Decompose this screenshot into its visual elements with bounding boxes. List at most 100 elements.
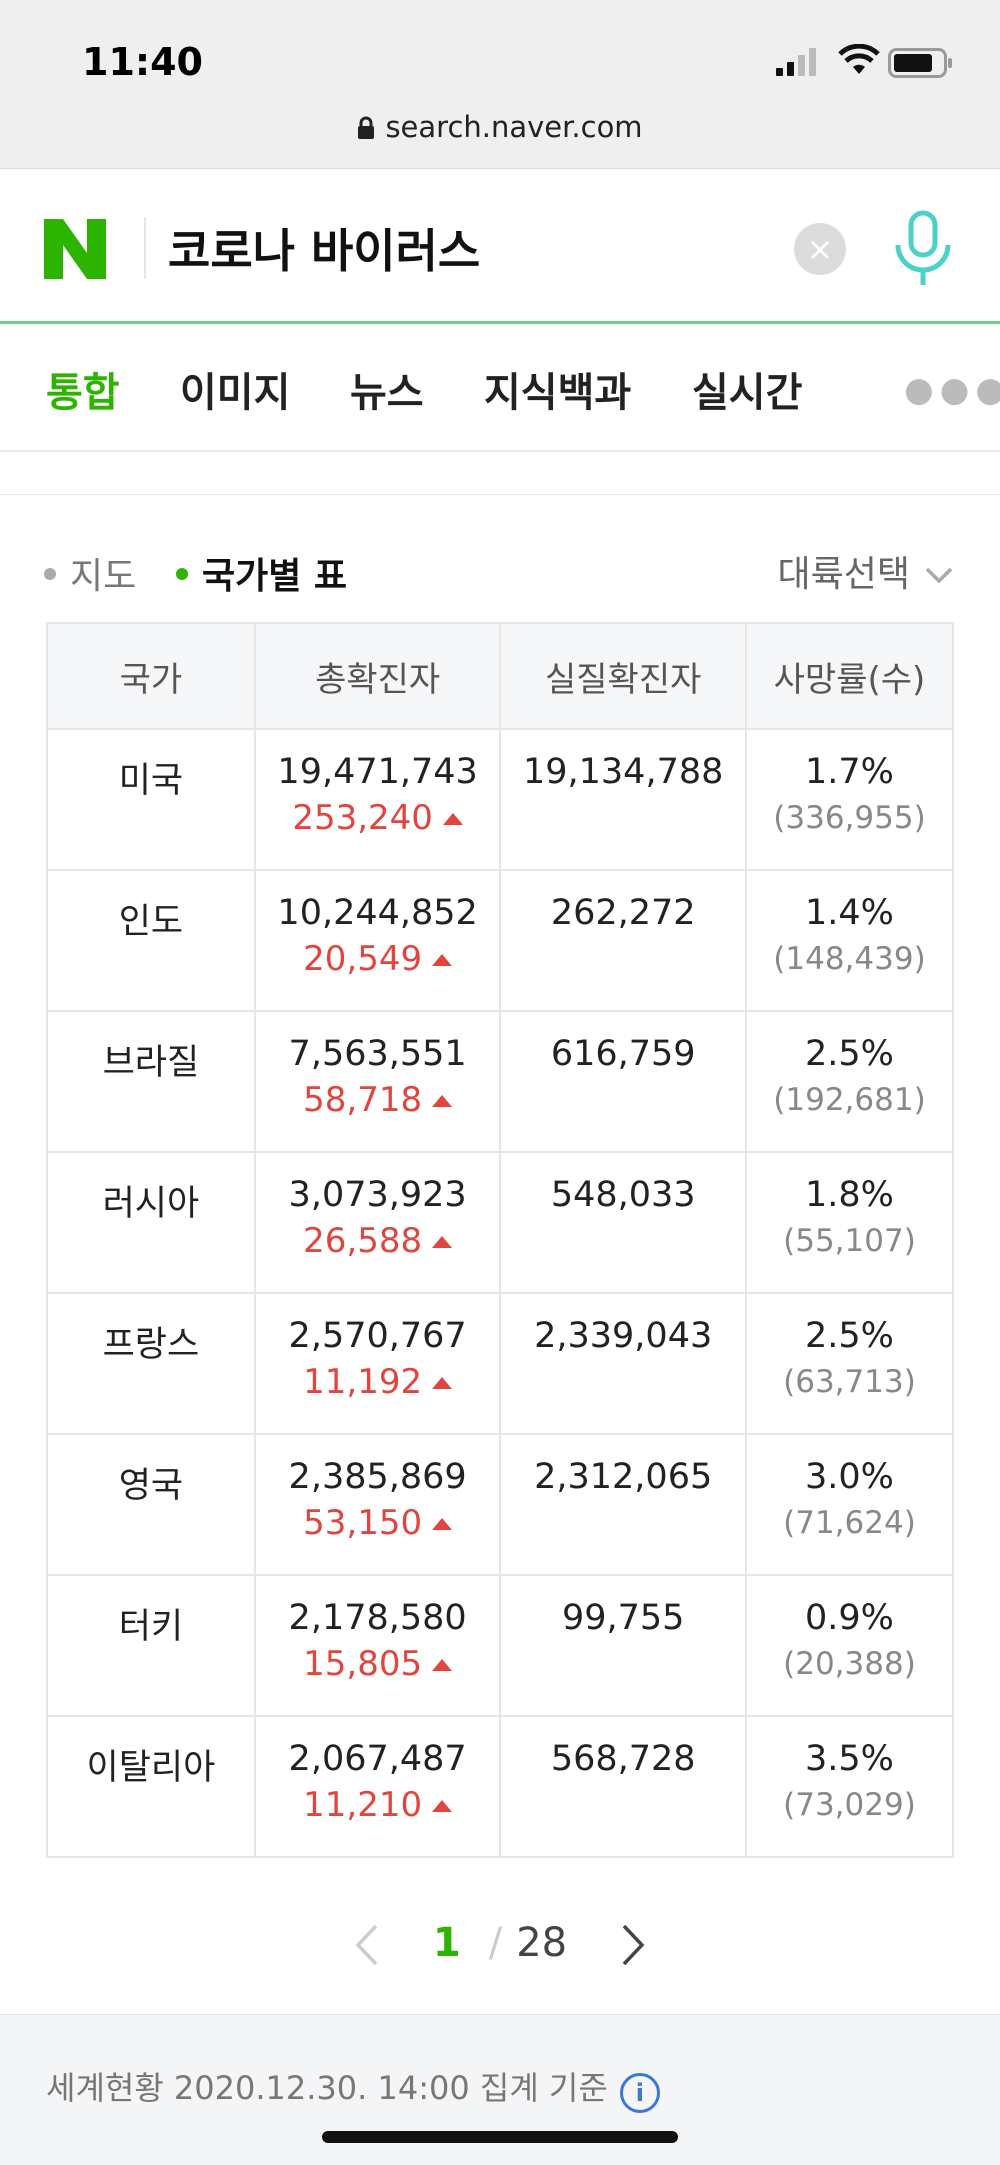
table-row: 이탈리아 2,067,487 11,210 568,728 3.5% (73,029… [46,1715,955,1858]
actual-cell: 19,134,788 [499,728,747,871]
increase-value: 11,192 [257,1362,499,1402]
country-cell: 프랑스 [46,1292,256,1435]
table-header-row: 국가 총확진자 실질확진자 사망률(수) [46,622,955,730]
increase-number: 20,549 [303,939,423,979]
clear-search-button[interactable]: × [794,223,846,275]
next-page-button[interactable] [620,1923,646,1967]
country-cell: 이탈리아 [46,1715,256,1858]
death-rate: 2.5% [805,1316,894,1356]
tab-images[interactable]: 이미지 [180,360,290,418]
url-bar[interactable]: search.naver.com [0,110,1000,144]
tab-integrated[interactable]: 통합 [46,360,120,418]
footer-note: 세계현황 2020.12.30. 14:00 집계 기준 i [46,2063,660,2113]
total-cell: 3,073,923 26,588 [253,1151,502,1294]
lock-icon [358,116,375,139]
prev-page-button[interactable] [354,1923,380,1967]
death-rate: 1.8% [805,1175,894,1215]
death-count: (20,388) [783,1646,916,1682]
increase-number: 11,192 [303,1362,423,1402]
up-arrow-icon [432,1236,453,1248]
region-select-label: 대륙선택 [777,554,910,595]
current-page: 1 [432,1920,461,1966]
death-rate: 3.5% [805,1739,894,1779]
country-cell: 러시아 [46,1151,256,1294]
view-toggle: 지도 국가별 표 대륙선택 [0,495,1000,621]
increase-value: 20,549 [257,939,499,979]
total-value: 19,471,743 [277,752,478,792]
table-row: 미국 19,471,743 253,240 19,134,788 1.7% (336… [46,728,955,871]
tab-realtime[interactable]: 실시간 [692,360,802,418]
wifi-icon [838,44,880,74]
country-cell: 미국 [46,728,256,871]
actual-cell: 2,312,065 [499,1433,747,1576]
section-gap [0,452,1000,495]
region-select[interactable]: 대륙선택 [778,545,954,597]
increase-number: 11,210 [303,1785,423,1825]
up-arrow-icon [432,1095,453,1107]
tab-encyclopedia[interactable]: 지식백과 [484,360,631,418]
url-text: search.naver.com [385,110,643,144]
search-header: 코로나 바이러스 × [0,169,1000,324]
total-cell: 2,178,580 15,805 [253,1574,502,1717]
map-view-label: 지도 [70,556,137,597]
death-count: (55,107) [783,1223,916,1259]
increase-number: 253,240 [292,798,433,838]
home-indicator[interactable] [322,2131,678,2143]
footer-text: 세계현황 2020.12.30. 14:00 집계 기준 [46,2069,608,2107]
table-view-option[interactable]: 국가별 표 [176,547,347,599]
total-value: 3,073,923 [288,1175,467,1215]
death-rate: 2.5% [805,1034,894,1074]
up-arrow-icon [442,813,463,825]
table-row: 브라질 7,563,551 58,718 616,759 2.5% (192,681… [46,1010,955,1153]
increase-value: 15,805 [257,1644,499,1684]
death-rate: 1.4% [805,893,894,933]
death-count: (148,439) [773,941,926,977]
microphone-icon[interactable] [890,209,956,289]
death-rate: 0.9% [805,1598,894,1638]
actual-cell: 548,033 [499,1151,747,1294]
table-dot-icon [176,568,188,580]
increase-number: 53,150 [303,1503,423,1543]
tab-news[interactable]: 뉴스 [350,360,424,418]
increase-value: 53,150 [257,1503,499,1543]
search-input[interactable]: 코로나 바이러스 [168,215,480,281]
country-cell: 인도 [46,869,256,1012]
increase-number: 58,718 [303,1080,423,1120]
death-count: (192,681) [773,1082,926,1118]
death-count: (336,955) [773,800,926,836]
footer: 세계현황 2020.12.30. 14:00 집계 기준 i [0,2014,1000,2165]
total-value: 2,570,767 [288,1316,467,1356]
total-cell: 2,385,869 53,150 [253,1433,502,1576]
page-separator: / [488,1920,503,1966]
death-cell: 1.7% (336,955) [744,728,955,871]
death-count: (71,624) [783,1505,916,1541]
info-icon[interactable]: i [619,2073,660,2113]
increase-value: 253,240 [257,798,499,838]
actual-cell: 262,272 [499,869,747,1012]
total-cell: 7,563,551 58,718 [253,1010,502,1153]
death-cell: 1.4% (148,439) [744,869,955,1012]
increase-value: 58,718 [257,1080,499,1120]
total-value: 2,067,487 [288,1739,467,1779]
table-row: 터키 2,178,580 15,805 99,755 0.9% (20,388) [46,1574,955,1717]
death-cell: 2.5% (192,681) [744,1010,955,1153]
death-cell: 1.8% (55,107) [744,1151,955,1294]
actual-cell: 2,339,043 [499,1292,747,1435]
increase-number: 15,805 [303,1644,423,1684]
total-value: 10,244,852 [277,893,478,933]
table-row: 인도 10,244,852 20,549 262,272 1.4% (148,439… [46,869,955,1012]
pagination: 1 / 28 [0,1920,1000,1967]
total-pages: 28 [516,1920,568,1966]
more-tabs-icon[interactable]: ●●● [904,370,1000,410]
naver-logo-icon[interactable] [44,219,106,279]
death-cell: 3.5% (73,029) [744,1715,955,1858]
browser-top-bar: 11:40 search.naver.com [0,0,1000,169]
actual-cell: 616,759 [499,1010,747,1153]
table-row: 프랑스 2,570,767 11,192 2,339,043 2.5% (63,71… [46,1292,955,1435]
up-arrow-icon [432,954,453,966]
increase-value: 11,210 [257,1785,499,1825]
map-view-option[interactable]: 지도 [44,547,136,599]
actual-cell: 99,755 [499,1574,747,1717]
death-cell: 0.9% (20,388) [744,1574,955,1717]
table-view-label: 국가별 표 [202,556,348,597]
